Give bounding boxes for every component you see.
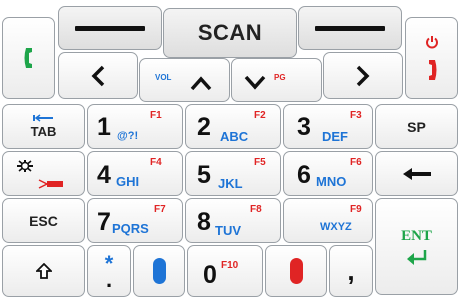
power-icon bbox=[425, 36, 438, 49]
fn-0: F10 bbox=[221, 260, 239, 271]
fn-8: F8 bbox=[250, 204, 262, 215]
fn-2: F2 bbox=[254, 110, 266, 121]
letters-4: GHI bbox=[116, 174, 140, 189]
power-end-button[interactable] bbox=[405, 17, 458, 99]
right-arrow-button[interactable] bbox=[323, 52, 403, 99]
key-7[interactable]: 7 PQRS F7 bbox=[87, 198, 183, 243]
key-4[interactable]: 4 GHI F4 bbox=[87, 151, 183, 196]
blue-key-icon bbox=[152, 258, 166, 284]
call-button[interactable] bbox=[2, 17, 55, 99]
key-6[interactable]: 6 MNO F6 bbox=[283, 151, 373, 196]
key-0[interactable]: 0 F10 bbox=[187, 245, 263, 297]
scan-label: SCAN bbox=[197, 20, 263, 45]
key-5[interactable]: 5 JKL F5 bbox=[185, 151, 281, 196]
scan-button[interactable]: SCAN bbox=[163, 8, 297, 58]
end-call-icon bbox=[428, 60, 436, 80]
digit-1: 1 bbox=[97, 113, 111, 141]
letters-9: WXYZ bbox=[320, 221, 352, 233]
star-dot-button[interactable]: * . bbox=[87, 245, 131, 297]
fn-1: F1 bbox=[150, 110, 162, 121]
fn-5: F5 bbox=[254, 157, 266, 168]
dot-label: . bbox=[105, 267, 113, 292]
letters-7: PQRS bbox=[112, 221, 149, 236]
fn-9: F9 bbox=[350, 204, 362, 215]
digit-6: 6 bbox=[297, 161, 311, 189]
right-bar-key[interactable] bbox=[298, 6, 402, 50]
digit-5: 5 bbox=[197, 161, 211, 189]
letters-5: JKL bbox=[218, 176, 243, 191]
key-8[interactable]: 8 TUV F8 bbox=[185, 198, 281, 243]
right-bar-icon bbox=[315, 25, 385, 31]
space-button[interactable]: SP bbox=[375, 104, 458, 149]
backspace-icon bbox=[402, 167, 431, 180]
fn-3: F3 bbox=[350, 110, 362, 121]
comma-label: , bbox=[347, 256, 355, 286]
shift-button[interactable] bbox=[2, 245, 85, 297]
digit-3: 3 bbox=[297, 113, 311, 141]
tab-icon bbox=[32, 114, 53, 122]
page-down-button[interactable]: PG bbox=[231, 58, 322, 102]
up-arrow-icon bbox=[190, 76, 212, 91]
key-2[interactable]: 2 ABC F2 bbox=[185, 104, 281, 149]
left-arrow-icon bbox=[91, 65, 105, 86]
pg-label: PG bbox=[274, 73, 286, 82]
digit-2: 2 bbox=[197, 113, 211, 141]
letters-6: MNO bbox=[316, 174, 347, 189]
backlight-laser-button[interactable] bbox=[2, 151, 85, 196]
digit-8: 8 bbox=[197, 208, 211, 236]
blue-key-button[interactable] bbox=[133, 245, 185, 297]
key-1[interactable]: 1 @?! F1 bbox=[87, 104, 183, 149]
fn-7: F7 bbox=[154, 204, 166, 215]
tab-button[interactable]: TAB bbox=[2, 104, 85, 149]
left-bar-key[interactable] bbox=[58, 6, 162, 50]
enter-button[interactable]: ENT bbox=[375, 198, 458, 295]
shift-icon bbox=[35, 263, 52, 279]
left-bar-icon bbox=[75, 25, 145, 31]
letters-1: @?! bbox=[117, 130, 139, 142]
sp-label: SP bbox=[407, 118, 426, 135]
vol-label: VOL bbox=[155, 73, 172, 82]
fn-6: F6 bbox=[350, 157, 362, 168]
esc-label: ESC bbox=[29, 212, 58, 229]
call-icon bbox=[24, 48, 32, 68]
fn-4: F4 bbox=[150, 157, 162, 168]
key-9[interactable]: WXYZ F9 bbox=[283, 198, 373, 243]
down-arrow-icon bbox=[244, 75, 266, 90]
laser-icon bbox=[38, 179, 63, 189]
letters-8: TUV bbox=[215, 223, 241, 238]
red-key-icon bbox=[289, 258, 303, 284]
letters-3: DEF bbox=[322, 129, 348, 144]
key-3[interactable]: 3 DEF F3 bbox=[283, 104, 373, 149]
digit-4: 4 bbox=[97, 161, 111, 189]
ent-label: ENT bbox=[401, 228, 432, 244]
comma-button[interactable]: , bbox=[329, 245, 373, 297]
volume-up-button[interactable]: VOL bbox=[139, 58, 230, 102]
esc-button[interactable]: ESC bbox=[2, 198, 85, 243]
digit-0: 0 bbox=[203, 261, 217, 289]
digit-7: 7 bbox=[97, 208, 111, 236]
letters-2: ABC bbox=[220, 129, 249, 144]
left-arrow-button[interactable] bbox=[58, 52, 138, 99]
right-arrow-icon bbox=[356, 65, 370, 86]
backlight-icon bbox=[17, 160, 33, 172]
red-key-button[interactable] bbox=[265, 245, 327, 297]
tab-label: TAB bbox=[30, 124, 57, 139]
backspace-button[interactable] bbox=[375, 151, 458, 196]
enter-icon bbox=[406, 250, 426, 265]
